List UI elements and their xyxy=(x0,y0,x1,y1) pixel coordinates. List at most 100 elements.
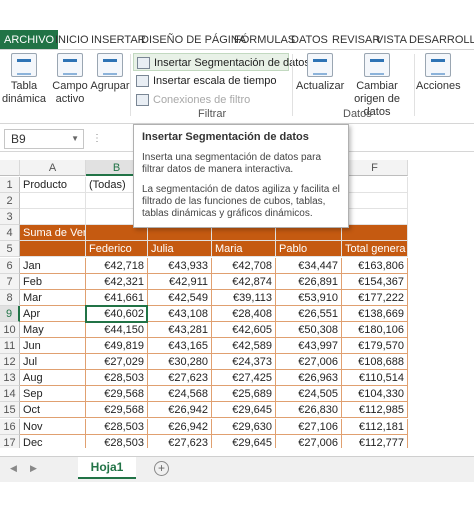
add-sheet-button[interactable]: + xyxy=(154,461,169,476)
value-cell[interactable]: €112,777 xyxy=(342,434,408,448)
row-label[interactable]: Feb xyxy=(20,273,86,290)
row-header[interactable]: 2 xyxy=(0,193,20,210)
acciones-button[interactable]: Acciones xyxy=(416,53,461,93)
pivot-header-blank[interactable] xyxy=(20,241,86,258)
cell[interactable] xyxy=(342,177,408,193)
value-cell[interactable]: €27,106 xyxy=(276,418,342,435)
row-header[interactable]: 8 xyxy=(0,289,20,306)
tabla-dinamica-button[interactable]: Tabla dinámica xyxy=(2,53,46,106)
value-cell[interactable]: €112,181 xyxy=(342,418,408,435)
prev-sheet-icon[interactable]: ◀ xyxy=(10,463,17,474)
value-cell[interactable]: €42,874 xyxy=(212,273,276,290)
row-header[interactable]: 15 xyxy=(0,402,20,419)
sheet-tab-hoja1[interactable]: Hoja1 xyxy=(78,457,136,479)
value-cell[interactable]: €43,165 xyxy=(148,338,212,354)
value-cell[interactable]: €53,910 xyxy=(276,289,342,306)
value-cell[interactable]: €24,568 xyxy=(148,386,212,403)
value-cell[interactable]: €29,568 xyxy=(86,402,148,419)
row-label[interactable]: Sep xyxy=(20,386,86,403)
value-cell[interactable]: €26,551 xyxy=(276,305,342,322)
value-cell[interactable]: €28,408 xyxy=(212,305,276,322)
tab-datos[interactable]: DATOS xyxy=(287,30,332,49)
cell[interactable] xyxy=(20,209,86,226)
cell[interactable] xyxy=(342,193,408,210)
value-cell[interactable]: €28,503 xyxy=(86,370,148,387)
row-label[interactable]: Jun xyxy=(20,338,86,354)
column-header[interactable]: A xyxy=(20,160,86,176)
value-cell[interactable]: €177,222 xyxy=(342,289,408,306)
value-cell[interactable]: €42,589 xyxy=(212,338,276,354)
value-cell[interactable]: €41,661 xyxy=(86,289,148,306)
pivot-column-header[interactable]: Total genera xyxy=(342,241,408,258)
value-cell[interactable]: €29,645 xyxy=(212,434,276,448)
value-cell[interactable]: €24,373 xyxy=(212,354,276,371)
insertar-escala-button[interactable]: Insertar escala de tiempo xyxy=(133,72,283,90)
conexiones-filtro-button[interactable]: Conexiones de filtro xyxy=(133,91,283,109)
value-cell[interactable]: €26,830 xyxy=(276,402,342,419)
value-cell[interactable]: €44,150 xyxy=(86,321,148,338)
value-cell[interactable]: €25,689 xyxy=(212,386,276,403)
campo-activo-button[interactable]: Campo activo xyxy=(50,53,90,106)
row-header[interactable]: 14 xyxy=(0,386,20,403)
value-cell[interactable]: €138,669 xyxy=(342,305,408,322)
row-label[interactable]: Apr xyxy=(20,305,86,322)
value-cell[interactable]: €26,942 xyxy=(148,402,212,419)
cell[interactable] xyxy=(342,209,408,226)
value-cell[interactable]: €42,718 xyxy=(86,257,148,274)
value-cell[interactable]: €108,688 xyxy=(342,354,408,371)
value-cell[interactable]: €42,321 xyxy=(86,273,148,290)
value-cell[interactable]: €43,997 xyxy=(276,338,342,354)
value-cell[interactable]: €28,503 xyxy=(86,434,148,448)
value-cell[interactable]: €28,503 xyxy=(86,418,148,435)
select-all-corner[interactable] xyxy=(0,160,20,176)
column-header[interactable]: F xyxy=(342,160,408,176)
filter-label[interactable]: Producto xyxy=(20,177,86,193)
value-cell[interactable]: €112,985 xyxy=(342,402,408,419)
value-cell[interactable]: €179,570 xyxy=(342,338,408,354)
value-cell[interactable]: €50,308 xyxy=(276,321,342,338)
value-cell[interactable]: €27,623 xyxy=(148,370,212,387)
value-cell[interactable]: €42,708 xyxy=(212,257,276,274)
row-header[interactable]: 11 xyxy=(0,338,20,354)
row-label[interactable]: Mar xyxy=(20,289,86,306)
name-box[interactable]: B9 ▼ xyxy=(4,129,84,149)
row-label[interactable]: Dec xyxy=(20,434,86,448)
value-cell[interactable]: €49,819 xyxy=(86,338,148,354)
value-cell[interactable]: €154,367 xyxy=(342,273,408,290)
row-header[interactable]: 1 xyxy=(0,177,20,193)
value-cell[interactable]: €110,514 xyxy=(342,370,408,387)
value-cell[interactable]: €163,806 xyxy=(342,257,408,274)
row-header[interactable]: 6 xyxy=(0,257,20,274)
actualizar-button[interactable]: Actualizar xyxy=(296,53,344,93)
value-cell[interactable]: €104,330 xyxy=(342,386,408,403)
value-cell[interactable]: €30,280 xyxy=(148,354,212,371)
pivot-header-blank[interactable] xyxy=(342,225,408,242)
pivot-title[interactable]: Suma de Ver xyxy=(20,225,86,242)
value-cell[interactable]: €27,623 xyxy=(148,434,212,448)
value-cell[interactable]: €42,549 xyxy=(148,289,212,306)
insertar-segmentacion-button[interactable]: Insertar Segmentación de datos xyxy=(133,53,310,71)
row-header[interactable]: 12 xyxy=(0,354,20,371)
value-cell[interactable]: €43,281 xyxy=(148,321,212,338)
agrupar-button[interactable]: Agrupar xyxy=(90,53,130,93)
tab-desarrollador[interactable]: DESARROLLADOR xyxy=(405,30,474,49)
pivot-column-header[interactable]: Julia xyxy=(148,241,212,258)
row-header[interactable]: 4 xyxy=(0,225,20,242)
pivot-column-header[interactable]: Federico xyxy=(86,241,148,258)
value-cell[interactable]: €26,963 xyxy=(276,370,342,387)
value-cell[interactable]: €43,108 xyxy=(148,305,212,322)
value-cell[interactable]: €34,447 xyxy=(276,257,342,274)
row-header[interactable]: 3 xyxy=(0,209,20,226)
value-cell[interactable]: €27,425 xyxy=(212,370,276,387)
row-label[interactable]: Jan xyxy=(20,257,86,274)
row-header[interactable]: 5 xyxy=(0,241,20,258)
value-cell[interactable]: €27,006 xyxy=(276,434,342,448)
value-cell[interactable]: €39,113 xyxy=(212,289,276,306)
value-cell[interactable]: €43,933 xyxy=(148,257,212,274)
row-header[interactable]: 16 xyxy=(0,418,20,435)
value-cell[interactable]: €29,568 xyxy=(86,386,148,403)
row-header[interactable]: 9 xyxy=(0,305,20,322)
value-cell[interactable]: €26,942 xyxy=(148,418,212,435)
row-header[interactable]: 13 xyxy=(0,370,20,387)
cell[interactable] xyxy=(20,193,86,210)
